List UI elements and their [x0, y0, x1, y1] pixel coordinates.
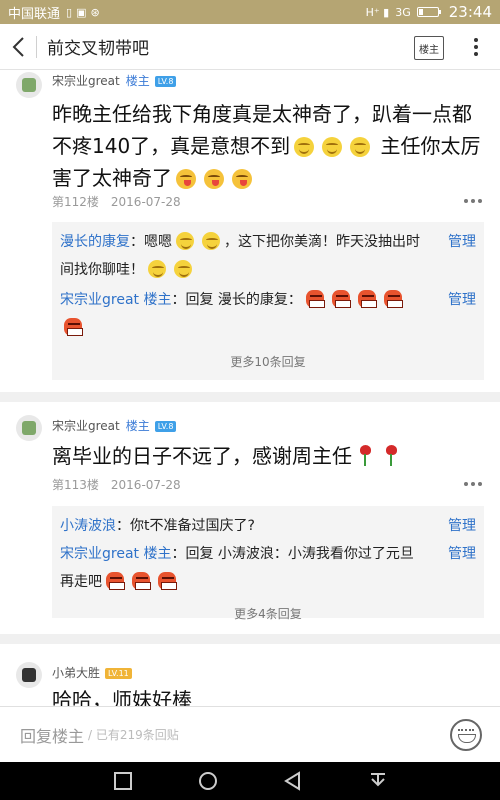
square-icon: [113, 772, 132, 790]
pull-down-icon: [370, 773, 385, 787]
level-badge: LV.8: [154, 76, 177, 87]
post-date: 2016-07-28: [110, 195, 181, 209]
owner-tag: 楼主: [125, 419, 150, 433]
smile-emoji-icon: [350, 137, 371, 157]
tongue-emoji-icon: [232, 169, 252, 189]
smile-emoji-icon: [294, 137, 315, 157]
angry-emoji-icon: [106, 572, 125, 590]
tongue-emoji-icon: [204, 169, 224, 189]
image-icon: ▣: [76, 5, 87, 19]
rose-icon: [384, 445, 398, 467]
emoji-icon[interactable]: [450, 719, 482, 751]
rose-icon: [358, 445, 372, 467]
header-divider: [36, 35, 37, 58]
chevron-left-icon: [12, 36, 24, 57]
smile-emoji-icon: [174, 260, 192, 278]
owner-only-button[interactable]: 楼主: [414, 36, 444, 60]
smile-emoji-icon: [202, 232, 220, 250]
floor-number: 第113楼: [52, 478, 99, 492]
reply-author[interactable]: 漫长的康复: [60, 234, 130, 250]
more-replies-link[interactable]: 更多10条回复: [60, 348, 476, 376]
reply-author[interactable]: 小涛波浪: [60, 518, 116, 534]
angry-emoji-icon: [331, 290, 351, 308]
angry-emoji-icon: [132, 572, 151, 590]
floor-number: 第112楼: [52, 195, 99, 209]
post-body: 离毕业的日子不远了，感谢周主任: [52, 440, 482, 472]
post-more-button[interactable]: [464, 482, 482, 486]
post-author[interactable]: 宋宗业great 楼主 LV.8: [52, 417, 177, 434]
triangle-back-icon: [283, 771, 300, 791]
reply-item[interactable]: 宋宗业great 楼主：回复 小涛波浪：小涛我看你过了元旦再走吧 管理: [60, 540, 476, 596]
angry-emoji-icon: [158, 572, 177, 590]
back-button[interactable]: [0, 24, 36, 70]
notification-pull-button[interactable]: [367, 770, 389, 792]
reply-item[interactable]: 宋宗业great 楼主：回复 漫长的康复： 管理: [60, 286, 476, 342]
smile-emoji-icon: [322, 137, 343, 157]
recent-apps-button[interactable]: [112, 770, 134, 792]
post-author[interactable]: 小弟大胜 LV.11: [52, 664, 132, 681]
angry-emoji-icon: [64, 318, 83, 336]
avatar[interactable]: [16, 662, 42, 688]
reply-count: / 已有219条回贴: [88, 728, 179, 742]
system-back-button[interactable]: [282, 770, 304, 792]
battery-icon: [416, 7, 441, 17]
post-body: 哈哈，师妹好棒: [52, 688, 192, 706]
avatar[interactable]: [16, 72, 42, 98]
signal-icon: H⁺ ▮: [365, 5, 390, 19]
angry-emoji-icon: [305, 290, 325, 308]
post-separator: [0, 392, 500, 402]
notification-icons: ▯ ▣ ⊛: [66, 6, 100, 19]
reply-item[interactable]: 漫长的康复：嗯嗯 ，这下把你美滴！昨天没抽出时间找你聊哇！ 管理: [60, 228, 476, 284]
angry-emoji-icon: [383, 290, 403, 308]
angry-emoji-icon: [357, 290, 377, 308]
avatar[interactable]: [16, 415, 42, 441]
reply-owner-input[interactable]: 回复楼主: [20, 723, 84, 747]
reply-author[interactable]: 宋宗业great 楼主: [60, 292, 171, 308]
post-meta: 第112楼 2016-07-28: [52, 193, 181, 210]
post-body: 昨晚主任给我下角度真是太神奇了，趴着一点都不疼140了，真是意想不到 主任你太厉…: [52, 102, 481, 190]
status-bar: 中国联通 ▯ ▣ ⊛ H⁺ ▮ 3G 23:44: [0, 0, 500, 24]
post-meta: 第113楼 2016-07-28: [52, 476, 181, 493]
level-badge: LV.11: [105, 668, 132, 679]
horizontal-dots-icon: [464, 199, 468, 203]
carrier-label: 中国联通: [8, 6, 61, 22]
home-button[interactable]: [197, 770, 219, 792]
more-replies-link[interactable]: 更多4条回复: [60, 600, 476, 628]
manage-link[interactable]: 管理: [448, 540, 476, 568]
post-list[interactable]: 宋宗业great 楼主 LV.8 昨晚主任给我下角度真是太神奇了，趴着一点都不疼14…: [0, 70, 500, 706]
sync-icon: ⊛: [90, 5, 100, 19]
clock: 23:44: [448, 3, 492, 21]
tongue-emoji-icon: [176, 169, 196, 189]
smile-emoji-icon: [176, 232, 194, 250]
reply-box: 小涛波浪：你t不准备过国庆了? 管理 宋宗业great 楼主：回复 小涛波浪：小…: [52, 506, 484, 621]
sim-icon: ▯: [66, 5, 73, 19]
page-title: 前交叉韧带吧: [47, 39, 149, 59]
post-date: 2016-07-28: [110, 478, 181, 492]
owner-tag: 楼主: [125, 74, 150, 88]
post-author[interactable]: 宋宗业great 楼主 LV.8: [52, 72, 177, 89]
top-navbar: 前交叉韧带吧 楼主: [0, 24, 500, 70]
reply-box: 漫长的康复：嗯嗯 ，这下把你美滴！昨天没抽出时间找你聊哇！ 管理 宋宗业great…: [52, 222, 484, 380]
post-separator: [0, 634, 500, 644]
circle-icon: [198, 772, 217, 790]
network-label: 3G: [395, 5, 411, 19]
reply-bar: 回复楼主 / 已有219条回贴: [0, 706, 500, 762]
smile-emoji-icon: [148, 260, 166, 278]
more-menu-button[interactable]: [466, 34, 486, 60]
level-badge: LV.8: [154, 421, 177, 432]
vertical-dots-icon: [474, 38, 478, 42]
system-nav-bar: [0, 762, 500, 800]
reply-item[interactable]: 小涛波浪：你t不准备过国庆了? 管理: [60, 512, 476, 540]
manage-link[interactable]: 管理: [448, 228, 476, 256]
post-more-button[interactable]: [464, 199, 482, 203]
manage-link[interactable]: 管理: [448, 512, 476, 540]
manage-link[interactable]: 管理: [448, 286, 476, 314]
horizontal-dots-icon: [464, 482, 468, 486]
reply-author[interactable]: 宋宗业great 楼主: [60, 546, 171, 562]
